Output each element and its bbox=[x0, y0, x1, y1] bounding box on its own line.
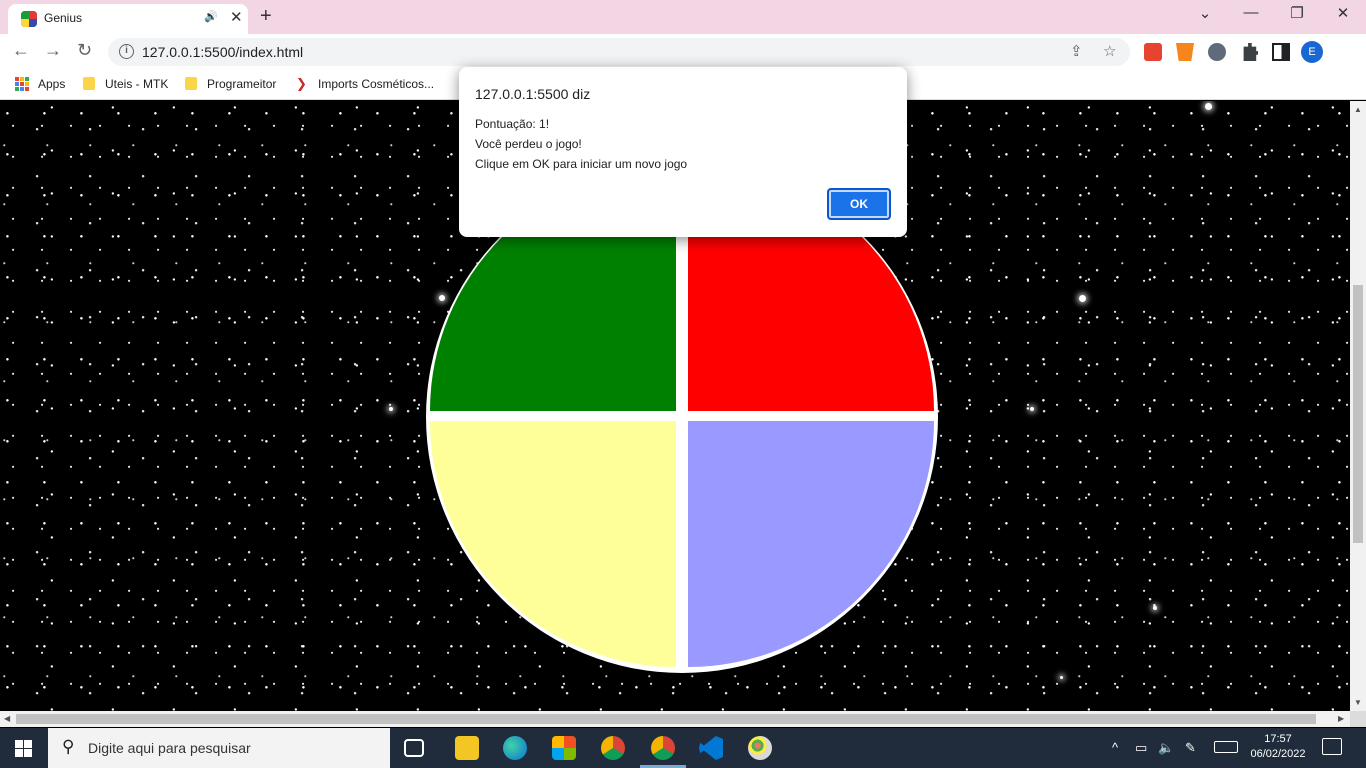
genius-blue-button[interactable] bbox=[688, 421, 934, 667]
reload-button[interactable]: ↻ bbox=[77, 40, 92, 61]
star bbox=[1153, 606, 1157, 610]
star bbox=[439, 295, 445, 301]
dialog-score-text: Pontuação: 1! bbox=[475, 117, 550, 131]
dialog-title: 127.0.0.1:5500 diz bbox=[475, 86, 591, 102]
tab-search-button[interactable]: ⌄ bbox=[1182, 4, 1228, 22]
horizontal-scrollbar[interactable]: ◀ ▶ bbox=[0, 711, 1350, 727]
address-bar[interactable]: i 127.0.0.1:5500/index.html ⇪ ☆ bbox=[108, 38, 1130, 66]
genius-board bbox=[426, 161, 938, 673]
task-view-icon[interactable] bbox=[404, 739, 424, 757]
scroll-up-arrow-icon[interactable]: ▲ bbox=[1354, 105, 1362, 114]
vertical-scroll-thumb[interactable] bbox=[1353, 285, 1363, 543]
download-extension-icon[interactable] bbox=[1144, 43, 1162, 61]
scroll-down-arrow-icon[interactable]: ▼ bbox=[1354, 698, 1362, 707]
folder-icon bbox=[185, 77, 197, 90]
chrome-icon[interactable] bbox=[601, 736, 625, 760]
restore-button[interactable]: ❐ bbox=[1274, 4, 1320, 22]
star bbox=[1030, 407, 1034, 411]
minimize-button[interactable]: — bbox=[1228, 4, 1274, 21]
tab-close-icon[interactable]: ✕ bbox=[230, 8, 243, 26]
horizontal-scroll-thumb[interactable] bbox=[16, 714, 1316, 724]
pen-icon[interactable]: ✎ bbox=[1185, 740, 1196, 756]
taskbar: ⚲ Digite aqui para pesquisar ^ ▭ 🔈 ✎ 17:… bbox=[0, 728, 1366, 768]
side-panel-icon[interactable] bbox=[1272, 43, 1290, 61]
paint-icon[interactable] bbox=[748, 736, 772, 760]
extensions-puzzle-icon[interactable] bbox=[1243, 43, 1258, 61]
url-text[interactable]: 127.0.0.1:5500/index.html bbox=[142, 44, 303, 60]
scroll-left-arrow-icon[interactable]: ◀ bbox=[4, 714, 10, 723]
tray-expand-icon[interactable]: ^ bbox=[1112, 740, 1118, 755]
scrollbar-corner bbox=[1350, 711, 1366, 727]
taskbar-search-box[interactable]: ⚲ Digite aqui para pesquisar bbox=[48, 728, 390, 768]
keyboard-icon[interactable] bbox=[1214, 741, 1238, 753]
site-info-icon[interactable]: i bbox=[119, 44, 134, 59]
apps-grid-icon bbox=[15, 77, 29, 91]
vscode-icon[interactable] bbox=[699, 736, 723, 760]
bookmark-apps[interactable]: Apps bbox=[38, 77, 65, 91]
genius-yellow-button[interactable] bbox=[430, 421, 676, 667]
dialog-lost-text: Você perdeu o jogo! bbox=[475, 137, 582, 151]
scroll-right-arrow-icon[interactable]: ▶ bbox=[1338, 714, 1344, 723]
forward-button[interactable]: → bbox=[44, 40, 62, 61]
genius-favicon-icon bbox=[21, 11, 37, 27]
back-button[interactable]: ← bbox=[12, 40, 30, 61]
bookmark-star-icon[interactable]: ☆ bbox=[1103, 42, 1116, 60]
bookmark-imports-cosmeticos[interactable]: Imports Cosméticos... bbox=[318, 77, 434, 91]
search-icon: ⚲ bbox=[62, 737, 75, 756]
new-tab-button[interactable]: + bbox=[260, 5, 272, 28]
alert-dialog: 127.0.0.1:5500 diz Pontuação: 1! Você pe… bbox=[459, 67, 907, 237]
share-icon[interactable]: ⇪ bbox=[1070, 42, 1083, 60]
cursor-extension-icon[interactable] bbox=[1208, 43, 1226, 61]
site-favicon-icon: ❯ bbox=[296, 76, 307, 91]
title-bar: Genius 🔊 ✕ + ⌄ — ❐ ✕ bbox=[0, 0, 1366, 34]
close-window-button[interactable]: ✕ bbox=[1320, 4, 1366, 22]
dialog-instruction-text: Clique em OK para iniciar um novo jogo bbox=[475, 157, 688, 171]
windows-start-icon[interactable] bbox=[15, 740, 32, 757]
volume-icon[interactable]: 🔈 bbox=[1158, 740, 1174, 756]
star bbox=[1060, 676, 1063, 679]
star bbox=[389, 407, 393, 411]
chrome-active-icon[interactable] bbox=[651, 736, 675, 760]
browser-tab[interactable]: Genius 🔊 ✕ bbox=[8, 4, 248, 34]
notifications-icon[interactable] bbox=[1322, 738, 1342, 755]
ok-button[interactable]: OK bbox=[827, 188, 891, 220]
battery-icon[interactable]: ▭ bbox=[1135, 740, 1147, 756]
browser-toolbar: ← → ↻ i 127.0.0.1:5500/index.html ⇪ ☆ E bbox=[0, 34, 1366, 70]
vertical-scrollbar[interactable]: ▲ ▼ bbox=[1350, 101, 1366, 711]
bookmark-programeitor[interactable]: Programeitor bbox=[207, 77, 276, 91]
star bbox=[1205, 103, 1212, 110]
taskbar-clock[interactable]: 17:57 06/02/2022 bbox=[1245, 732, 1311, 762]
file-explorer-icon[interactable] bbox=[455, 736, 479, 760]
folder-icon bbox=[83, 77, 95, 90]
star bbox=[1079, 295, 1086, 302]
store-icon[interactable] bbox=[552, 736, 576, 760]
clock-time: 17:57 bbox=[1264, 733, 1292, 745]
edge-icon[interactable] bbox=[503, 736, 527, 760]
tab-audio-icon[interactable]: 🔊 bbox=[204, 10, 218, 23]
profile-avatar[interactable]: E bbox=[1301, 41, 1323, 63]
metamask-extension-icon[interactable] bbox=[1176, 43, 1194, 61]
bookmark-uteis-mtk[interactable]: Uteis - MTK bbox=[105, 77, 168, 91]
clock-date: 06/02/2022 bbox=[1250, 748, 1306, 760]
tab-title: Genius bbox=[44, 11, 83, 25]
search-placeholder: Digite aqui para pesquisar bbox=[88, 740, 251, 756]
